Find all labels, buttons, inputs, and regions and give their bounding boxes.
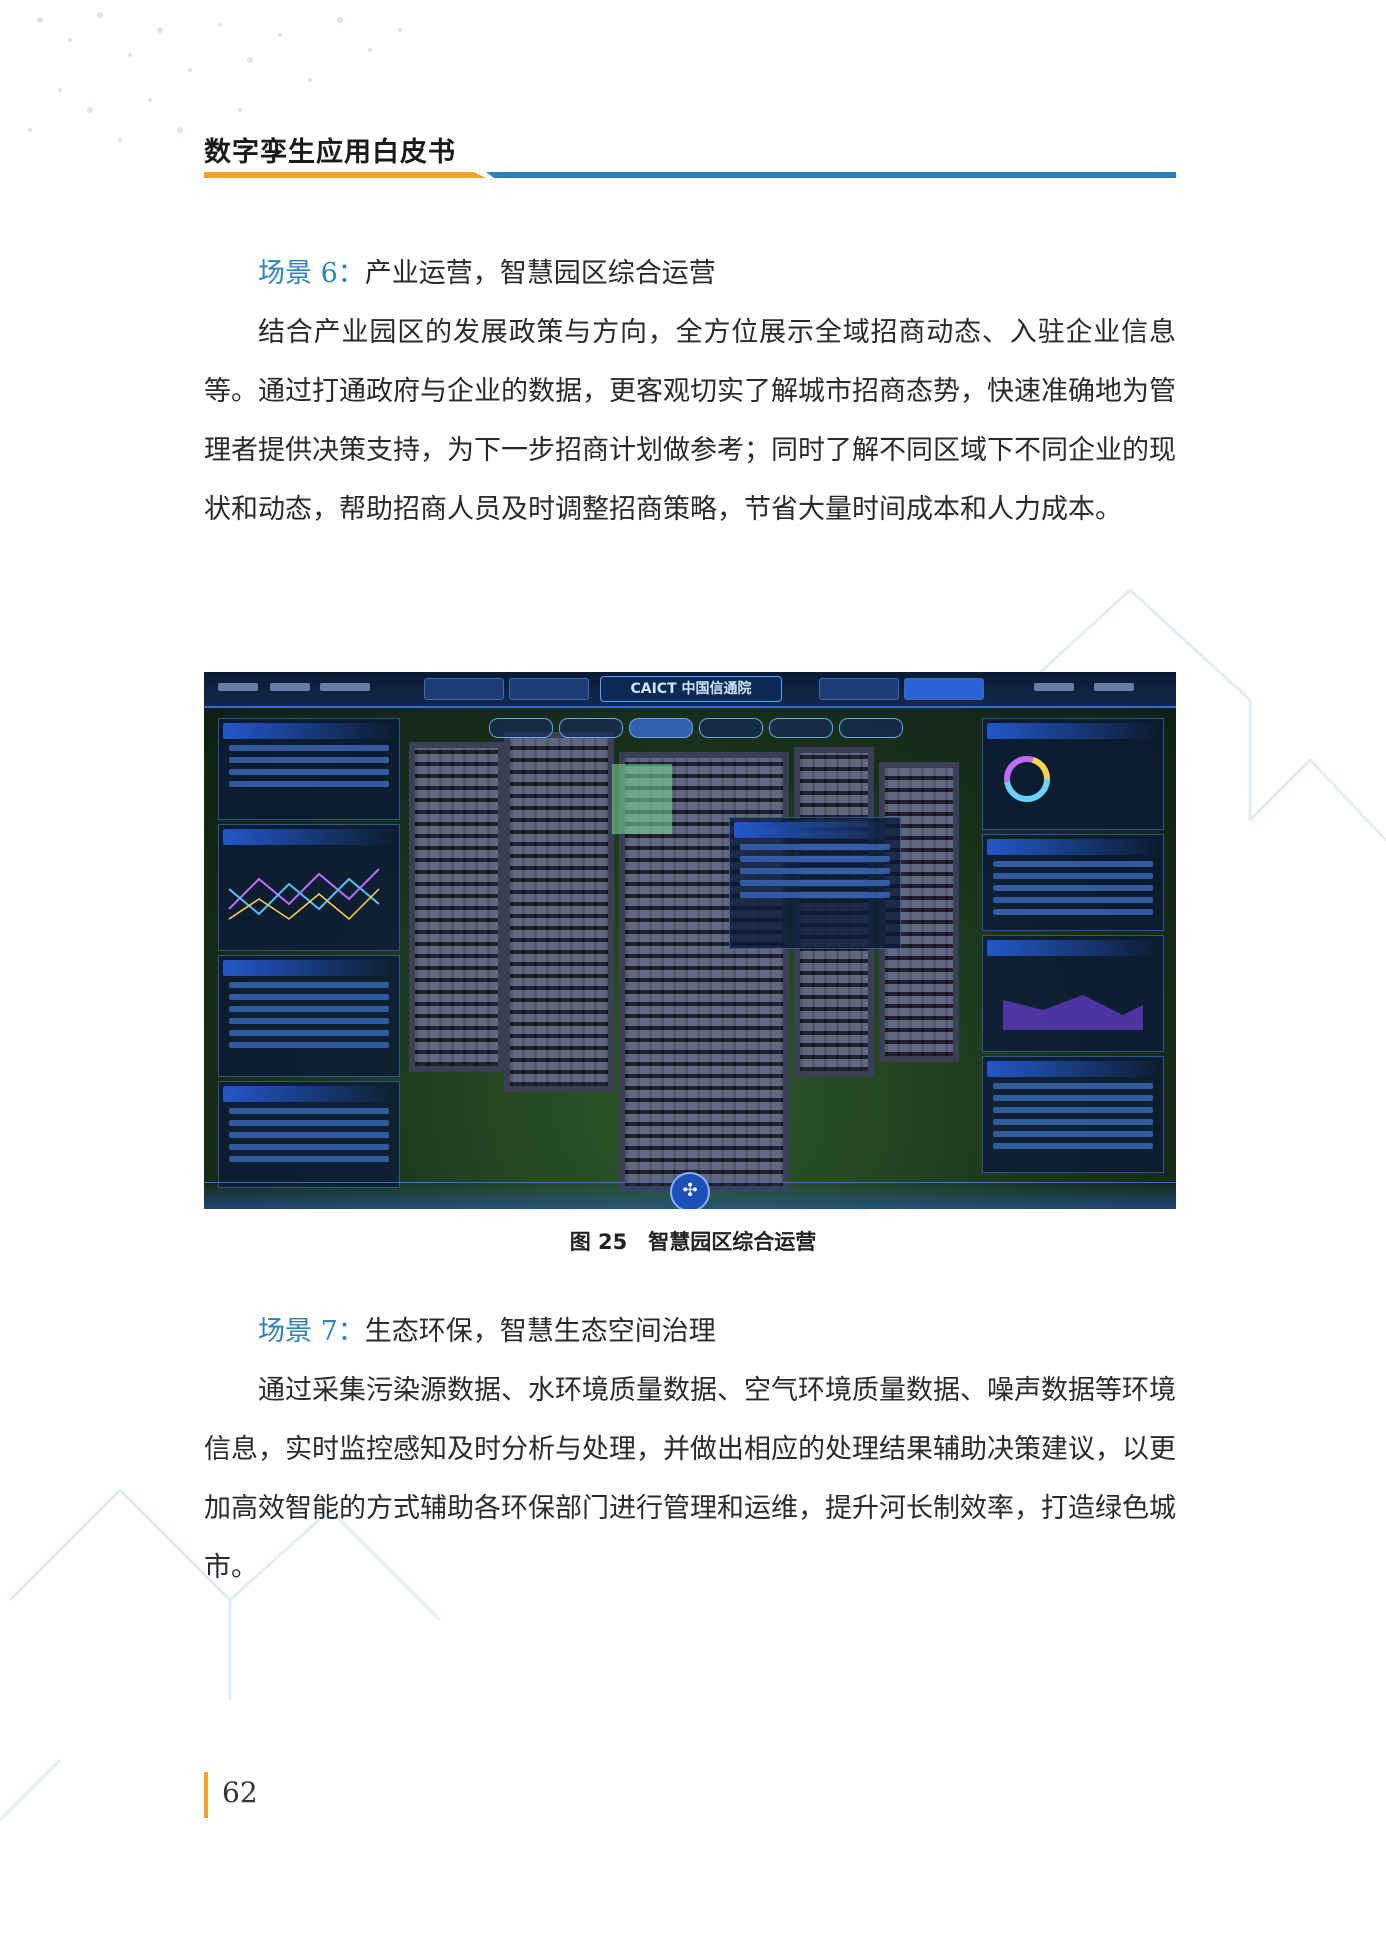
view-tab[interactable] bbox=[489, 718, 553, 738]
right-panel bbox=[982, 834, 1164, 931]
scene-6-label: 场景 6： bbox=[258, 258, 365, 289]
smart-park-dashboard-figure: CAICT 中国信通院 ✣ bbox=[204, 672, 1176, 1209]
highlight-marker bbox=[612, 764, 672, 834]
info-popup bbox=[729, 817, 901, 949]
left-panel bbox=[218, 1081, 400, 1188]
left-panel bbox=[218, 718, 400, 820]
view-tab[interactable] bbox=[559, 718, 623, 738]
view-tab[interactable] bbox=[629, 718, 693, 738]
scene-7-paragraph: 通过采集污染源数据、水环境质量数据、空气环境质量数据、噪声数据等环境信息，实时监… bbox=[204, 1375, 1176, 1583]
center-menu-button[interactable]: ✣ bbox=[670, 1172, 710, 1209]
page-number-bar bbox=[204, 1772, 208, 1818]
building bbox=[409, 742, 504, 1072]
left-panel bbox=[218, 955, 400, 1077]
area-chart bbox=[1003, 995, 1143, 1030]
scene-7-label: 场景 7： bbox=[258, 1316, 365, 1347]
right-panel bbox=[982, 1056, 1164, 1173]
scene-7-title: 生态环保，智慧生态空间治理 bbox=[364, 1316, 716, 1347]
trend-lines bbox=[228, 868, 380, 921]
header-title: 数字孪生应用白皮书 bbox=[204, 137, 456, 168]
view-tab[interactable] bbox=[699, 718, 763, 738]
nav-button[interactable] bbox=[509, 678, 589, 700]
population-panel bbox=[982, 718, 1164, 830]
nav-button[interactable] bbox=[424, 678, 504, 700]
trend-chart-panel bbox=[218, 824, 400, 951]
scene-6-title: 产业运营，智慧园区综合运营 bbox=[364, 258, 716, 289]
nav-button-active[interactable] bbox=[904, 678, 984, 700]
donut-chart bbox=[1004, 756, 1050, 802]
view-tab[interactable] bbox=[839, 718, 903, 738]
page-number: 62 bbox=[222, 1776, 258, 1809]
header-rule bbox=[204, 172, 1176, 178]
building bbox=[504, 732, 614, 1092]
caict-logo: CAICT 中国信通院 bbox=[600, 676, 782, 702]
area-chart-panel bbox=[982, 935, 1164, 1052]
figure-caption: 图 25 智慧园区综合运营 bbox=[569, 1230, 817, 1254]
view-tab[interactable] bbox=[769, 718, 833, 738]
scene-6-heading: 场景 6：产业运营，智慧园区综合运营 bbox=[204, 244, 1176, 303]
scene-6-paragraph: 结合产业园区的发展政策与方向，全方位展示全域招商动态、入驻企业信息等。通过打通政… bbox=[204, 317, 1176, 525]
scene-7-heading: 场景 7：生态环保，智慧生态空间治理 bbox=[204, 1302, 1176, 1361]
nav-button[interactable] bbox=[819, 678, 899, 700]
dashboard-topbar: CAICT 中国信通院 bbox=[204, 672, 1176, 708]
